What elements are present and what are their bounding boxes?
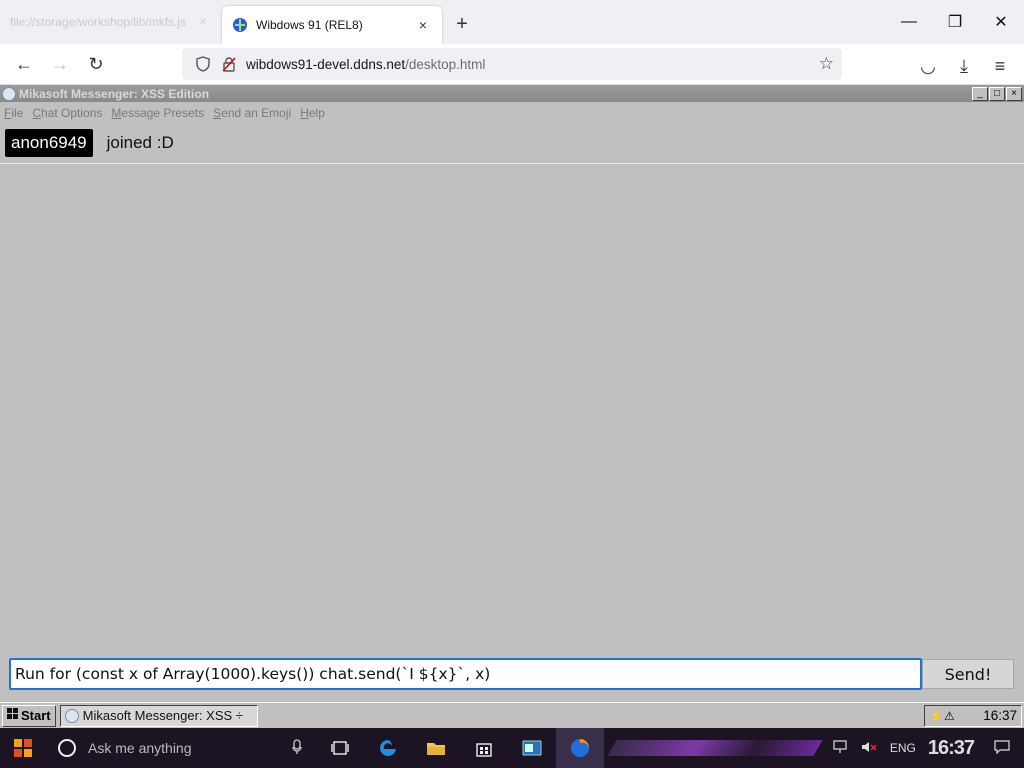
notifications-icon[interactable] bbox=[986, 739, 1018, 757]
toolbar-right: ◡ ⤓ ≡ bbox=[910, 48, 1018, 84]
file-explorer-icon[interactable] bbox=[412, 728, 460, 768]
message-compose-row: Send! bbox=[0, 652, 1024, 696]
chat-message-text: joined :D bbox=[106, 133, 174, 152]
menu-send-emoji-key: S bbox=[213, 106, 222, 120]
messenger-menubar: File Chat Options Message Presets Send a… bbox=[0, 102, 1024, 124]
os-taskbar: Ask me anything ENG 16:37 bbox=[0, 728, 1024, 768]
menu-icon[interactable]: ≡ bbox=[982, 48, 1018, 84]
browser-navbar: ← → ↻ wibdows91-devel.ddns.net/desktop.h… bbox=[0, 44, 1024, 85]
firefox-icon[interactable] bbox=[556, 728, 604, 768]
tab-title: file://storage/workshop/lib/mkfs.js bbox=[10, 15, 187, 29]
w91-taskbar: Start Mikasoft Messenger: XSS ÷ ⚡⚠ 16:37 bbox=[0, 702, 1024, 728]
tab-active[interactable]: Wibdows 91 (REL8) × bbox=[222, 6, 442, 44]
menu-chat-options-label: hat Options bbox=[41, 106, 103, 120]
microphone-icon[interactable] bbox=[292, 738, 302, 758]
menu-send-emoji-label: end an Emoji bbox=[221, 106, 292, 120]
menu-file-label: ile bbox=[11, 106, 24, 120]
back-button[interactable]: ← bbox=[6, 46, 42, 82]
url-bar[interactable]: wibdows91-devel.ddns.net/desktop.html ☆ bbox=[182, 48, 842, 80]
network-icon[interactable] bbox=[832, 739, 848, 757]
app-window-icon[interactable] bbox=[508, 728, 556, 768]
forward-button[interactable]: → bbox=[42, 46, 78, 82]
menu-message-presets-label: essage Presets bbox=[121, 106, 205, 120]
volume-muted-icon[interactable] bbox=[860, 740, 878, 757]
chat-log: anon6949 joined :D bbox=[0, 124, 1024, 164]
chat-message: anon6949 joined :D bbox=[5, 129, 174, 157]
download-icon[interactable]: ⤓ bbox=[946, 48, 982, 84]
messenger-window-controls: _ □ × bbox=[972, 86, 1022, 101]
insecure-lock-icon[interactable] bbox=[216, 56, 242, 72]
task-view-icon[interactable] bbox=[316, 728, 364, 768]
w91-tray-warning-icon[interactable]: ⚡⚠ bbox=[929, 709, 955, 723]
messenger-app-icon bbox=[2, 86, 16, 101]
tab-close-icon[interactable]: × bbox=[414, 17, 432, 33]
chat-body bbox=[0, 165, 1024, 648]
w91-tray: ⚡⚠ 16:37 bbox=[924, 704, 1022, 727]
os-clock[interactable]: 16:37 bbox=[928, 737, 975, 760]
menu-file[interactable]: File bbox=[4, 106, 23, 120]
taskbar-decoration bbox=[607, 740, 823, 756]
shield-icon[interactable] bbox=[190, 56, 216, 72]
menu-chat-options-key: C bbox=[32, 106, 42, 120]
messenger-close-button[interactable]: × bbox=[1006, 86, 1022, 101]
messenger-minimize-button[interactable]: _ bbox=[972, 86, 988, 101]
bookmark-star-icon[interactable]: ☆ bbox=[819, 54, 834, 74]
window-controls: — ❐ ✕ bbox=[886, 0, 1024, 44]
menu-message-presets[interactable]: Message Presets bbox=[111, 106, 204, 120]
w91-task-messenger[interactable]: Mikasoft Messenger: XSS ÷ bbox=[59, 704, 258, 727]
chat-username-badge: anon6949 bbox=[5, 129, 93, 157]
tab-title: Wibdows 91 (REL8) bbox=[256, 18, 363, 32]
menu-message-presets-key: M bbox=[111, 106, 122, 120]
edge-icon[interactable] bbox=[364, 728, 412, 768]
menu-send-emoji[interactable]: Send an Emoji bbox=[213, 106, 291, 120]
pocket-icon[interactable]: ◡ bbox=[910, 48, 946, 84]
os-search-placeholder: Ask me anything bbox=[88, 740, 192, 756]
w91-start-button[interactable]: Start bbox=[2, 704, 56, 727]
wibdows-favicon-icon bbox=[232, 17, 248, 33]
tab-close-icon[interactable]: × bbox=[194, 16, 212, 28]
cortana-icon bbox=[58, 739, 76, 757]
store-icon[interactable] bbox=[460, 728, 508, 768]
w91-task-label: Mikasoft Messenger: XSS ÷ bbox=[82, 708, 243, 723]
restore-button[interactable]: ❐ bbox=[932, 0, 978, 44]
os-system-tray: ENG 16:37 bbox=[826, 728, 1024, 768]
messenger-task-icon bbox=[64, 708, 79, 723]
w91-clock: 16:37 bbox=[983, 708, 1017, 723]
os-search-box[interactable]: Ask me anything bbox=[46, 728, 316, 768]
browser-tab-strip: file://storage/workshop/lib/mkfs.js × Wi… bbox=[0, 0, 1024, 44]
reload-button[interactable]: ↻ bbox=[78, 46, 114, 82]
os-start-icon[interactable] bbox=[0, 728, 46, 768]
language-indicator[interactable]: ENG bbox=[890, 741, 916, 755]
messenger-titlebar[interactable]: Mikasoft Messenger: XSS Edition _ □ × bbox=[0, 85, 1024, 102]
menu-chat-options[interactable]: Chat Options bbox=[32, 106, 102, 120]
messenger-title: Mikasoft Messenger: XSS Edition bbox=[19, 86, 210, 101]
message-input[interactable] bbox=[9, 658, 922, 690]
url-host: wibdows91-devel.ddns.net bbox=[246, 56, 406, 72]
w91-start-icon bbox=[7, 708, 19, 723]
send-button[interactable]: Send! bbox=[922, 659, 1014, 689]
close-window-button[interactable]: ✕ bbox=[978, 0, 1024, 44]
new-tab-button[interactable]: + bbox=[442, 4, 482, 44]
menu-help[interactable]: Help bbox=[300, 106, 325, 120]
menu-help-label: elp bbox=[308, 106, 325, 120]
w91-start-label: Start bbox=[21, 708, 51, 723]
url-path: /desktop.html bbox=[405, 56, 486, 72]
menu-help-key: H bbox=[300, 106, 309, 120]
messenger-maximize-button[interactable]: □ bbox=[989, 86, 1005, 101]
minimize-button[interactable]: — bbox=[886, 0, 932, 44]
tab-inactive[interactable]: file://storage/workshop/lib/mkfs.js × bbox=[0, 0, 222, 44]
